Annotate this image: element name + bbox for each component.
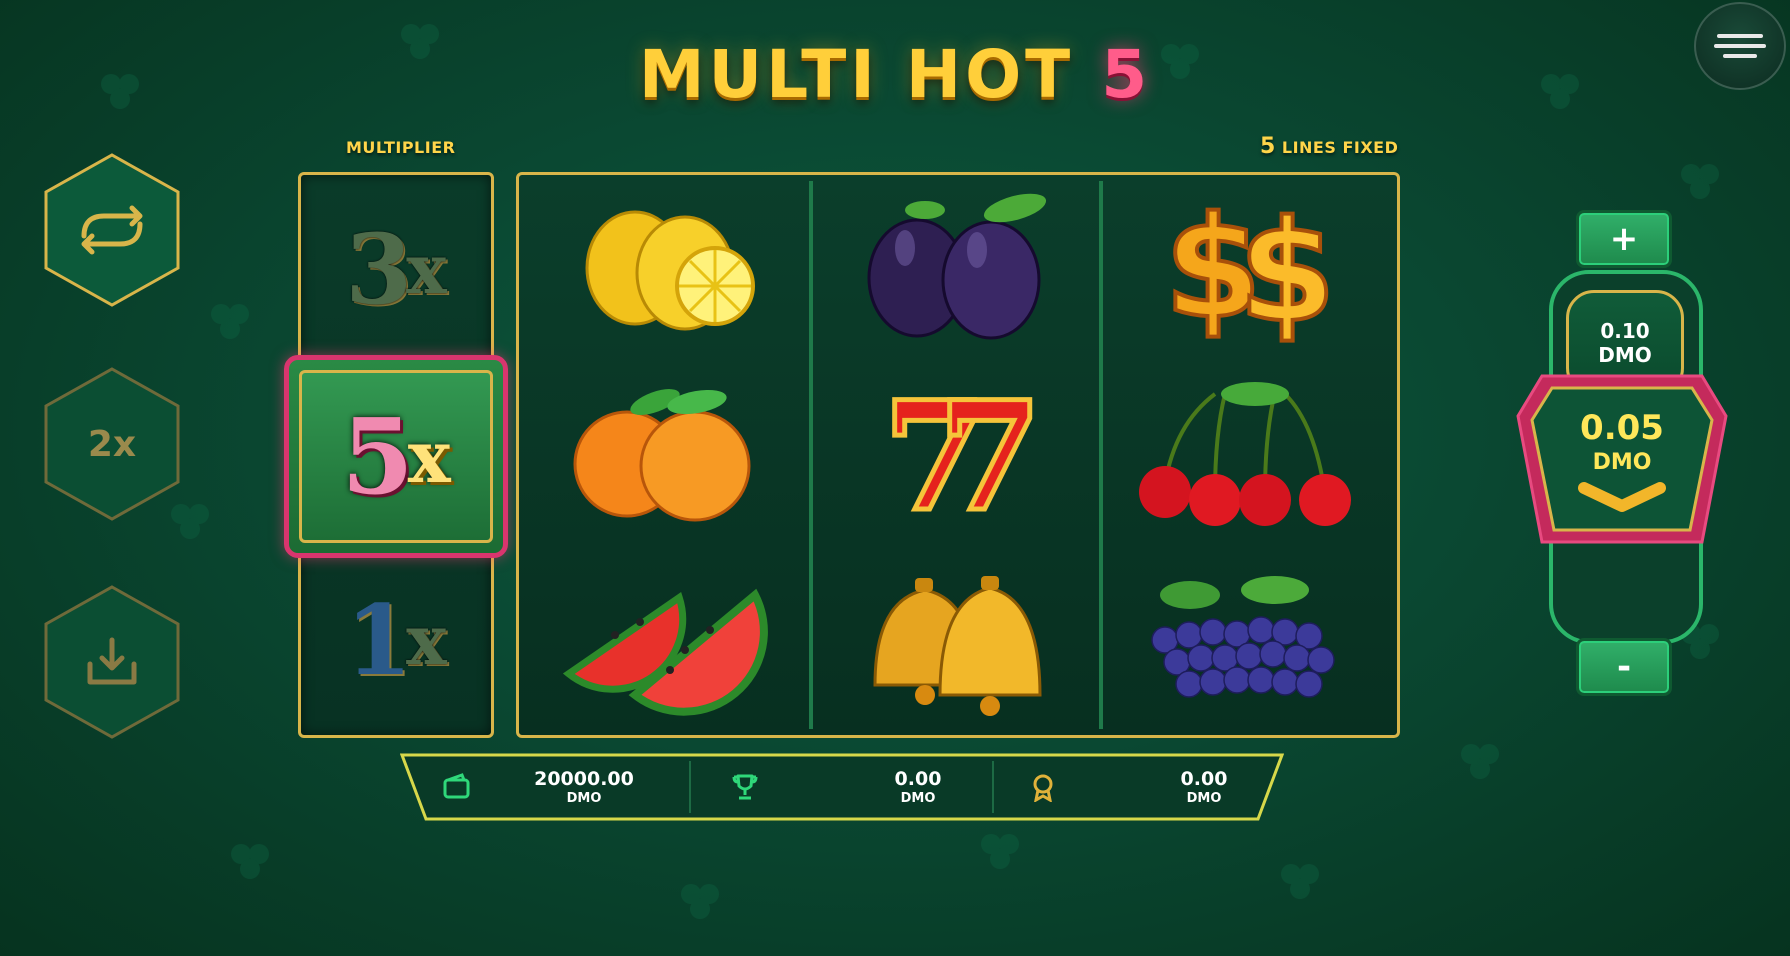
multiplier-label: MULTIPLIER [346, 138, 456, 157]
title-main: MULTI HOT [638, 36, 1075, 113]
balance-amount: 20000.00 [534, 768, 634, 790]
menu-icon-line [1714, 44, 1766, 48]
win-currency: DMO [900, 791, 936, 806]
multiplier-5x-x: x [407, 413, 451, 499]
bonus-amount: 0.00 [1180, 768, 1228, 790]
symbol-sevens: 7 7 [809, 361, 1101, 548]
bet-panel: + 0.10 DMO 0.05 DMO - [1512, 208, 1732, 708]
bet-next-amount: 0.10 [1600, 319, 1650, 343]
multiplier-2x-label: 2x [87, 423, 137, 465]
balance-display: 20000.00 DMO [442, 753, 682, 821]
download-tray-icon [87, 637, 137, 685]
reels-area: 7 7 $ $ [516, 172, 1400, 738]
lines-text: LINES FIXED [1281, 138, 1399, 157]
symbol-lemons [519, 175, 811, 361]
multiplier-1x-num: 1 [345, 584, 413, 697]
menu-icon [1717, 34, 1763, 38]
symbol-cherries [1099, 361, 1391, 547]
symbol-plums [809, 175, 1101, 361]
symbol-watermelons [519, 547, 811, 733]
lines-number: 5 [1260, 134, 1276, 159]
lines-label: 5 LINES FIXED [1260, 134, 1398, 159]
bonus-currency: DMO [1186, 791, 1222, 806]
title-number: 5 [1101, 36, 1152, 113]
balance-currency: DMO [566, 791, 602, 806]
symbol-bells [809, 547, 1101, 733]
menu-button[interactable] [1694, 2, 1786, 90]
symbol-grapes [1099, 547, 1391, 733]
symbol-dollars: $ $ [1099, 175, 1391, 361]
game-title: MULTI HOT 5 [0, 36, 1790, 113]
bonus-display: 0.00 DMO [1028, 753, 1268, 821]
trophy-icon [732, 774, 758, 800]
bet-current-amount: 0.05 [1580, 408, 1664, 448]
collect-button[interactable] [42, 584, 182, 740]
bet-current-text: 0.05 DMO [1512, 408, 1732, 475]
bet-decrease-button[interactable]: - [1576, 638, 1672, 696]
multiplier-2x-button[interactable]: 2x [42, 366, 182, 522]
menu-icon-line [1723, 54, 1757, 58]
multiplier-1x-x: x [406, 601, 447, 681]
multiplier-3x-num: 3 [345, 213, 413, 326]
info-bar: 20000.00 DMO 0.00 DMO 0.00 DMO [400, 753, 1284, 821]
wallet-icon [443, 773, 470, 799]
win-amount: 0.00 [894, 768, 942, 790]
multiplier-1x: 1x [301, 551, 491, 731]
symbol-oranges [519, 361, 811, 547]
multiplier-3x-x: x [406, 230, 447, 310]
multiplier-active-inner: 5x [299, 370, 493, 543]
bet-current[interactable]: 0.05 DMO [1512, 366, 1732, 566]
multiplier-5x-num: 5 [341, 394, 414, 518]
repeat-icon [81, 205, 143, 255]
autoplay-button[interactable] [42, 152, 182, 308]
multiplier-active-5x: 5x [284, 355, 508, 558]
svg-text:$: $ [1238, 191, 1335, 354]
win-display: 0.00 DMO [730, 753, 970, 821]
bet-increase-button[interactable]: + [1576, 210, 1672, 268]
medal-icon [1033, 774, 1053, 802]
bet-current-currency: DMO [1592, 450, 1652, 475]
bet-next-currency: DMO [1598, 343, 1652, 367]
multiplier-3x: 3x [301, 180, 491, 360]
svg-text:7: 7 [938, 369, 1042, 545]
